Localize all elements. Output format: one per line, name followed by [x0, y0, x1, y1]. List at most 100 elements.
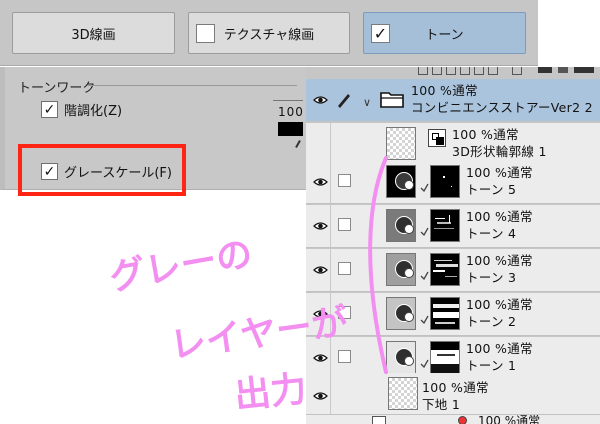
tone-label: トーン: [425, 27, 464, 43]
column-divider: [330, 161, 331, 203]
layer-text: 100 %通常 トーン 4: [466, 208, 533, 242]
layer-row[interactable]: 100 %通常: [306, 415, 600, 424]
texture-line-art-label: テクスチャ線画: [223, 27, 315, 43]
layer-mode: 100 %通常: [466, 297, 533, 312]
layer-text: 100 %通常 トーン 1: [466, 340, 533, 374]
layer-toolbar: [306, 67, 600, 79]
folder-layer-text: 100 %通常 コンビニエンスストアーVer2 2: [411, 82, 593, 116]
layer-row[interactable]: 100 %通常 トーン 5: [306, 161, 600, 204]
layer-thumbnail: [372, 416, 386, 424]
layer-thumbnail: [388, 377, 418, 410]
threshold-value[interactable]: 100: [278, 105, 304, 119]
layer-thumbnail: [386, 127, 416, 160]
layer-thumbnail: [386, 165, 416, 198]
panel-option-icon[interactable]: [558, 67, 568, 73]
pen-icon[interactable]: [335, 91, 353, 109]
layer-name: 下地 1: [422, 397, 461, 412]
gradation-checkbox[interactable]: ✓: [41, 101, 58, 118]
layer-thumbnail: [386, 297, 416, 330]
layer-mode: 100 %通常: [466, 341, 533, 356]
chevron-down-icon[interactable]: ∨: [363, 96, 371, 109]
mask-link-icon: [420, 221, 429, 237]
layer-mode: 100 %通常: [466, 209, 533, 224]
texture-line-art-checkbox[interactable]: [196, 24, 215, 43]
layer-text: 100 %通常 トーン 2: [466, 296, 533, 330]
layer-row[interactable]: 100 %通常 トーン 2: [306, 293, 600, 336]
layer-thumbnail: [386, 253, 416, 286]
tone-badge-icon: [404, 268, 414, 278]
column-divider: [330, 249, 331, 291]
layer-checkbox[interactable]: [338, 350, 351, 363]
eye-icon[interactable]: [313, 177, 328, 187]
eye-icon[interactable]: [313, 95, 328, 105]
annotation-text-line1: グレーの: [106, 233, 255, 298]
trash-icon[interactable]: [512, 67, 522, 75]
texture-line-art-button[interactable]: テクスチャ線画: [188, 12, 350, 54]
layer-name: トーン 3: [466, 270, 517, 285]
panel-menu-icon[interactable]: [538, 67, 552, 73]
line-art-3d-label: 3D線画: [71, 27, 116, 43]
output-mode-bar: 3D線画 テクスチャ線画 ✓ トーン: [0, 0, 538, 66]
eye-icon[interactable]: [313, 353, 328, 363]
new-layer-icon[interactable]: [418, 67, 428, 75]
layer-checkbox[interactable]: [338, 174, 351, 187]
tone-checkbox[interactable]: ✓: [371, 24, 390, 43]
line-art-3d-button[interactable]: 3D線画: [12, 12, 175, 54]
column-divider: [330, 123, 331, 165]
layer-mode: 100 %通常: [466, 165, 533, 180]
new-folder-icon[interactable]: [432, 67, 442, 75]
layer-row[interactable]: 100 %通常 トーン 4: [306, 205, 600, 248]
merge-icon[interactable]: [474, 67, 484, 75]
clip-icon[interactable]: [460, 67, 470, 75]
layer-text: 100 %通常 トーン 3: [466, 252, 533, 286]
layer-mask: [430, 297, 460, 330]
layer-mask: [430, 209, 460, 242]
3d-outline-icon: [428, 129, 446, 147]
mask-link-icon: [420, 177, 429, 193]
adjust-handle-icon[interactable]: [295, 140, 301, 148]
layer-text: 100 %通常 トーン 5: [466, 164, 533, 198]
layer-row[interactable]: 100 %通常 トーン 3: [306, 249, 600, 292]
panel-collapse-icon[interactable]: [574, 67, 594, 73]
tone-badge-icon: [404, 356, 414, 366]
tone-button[interactable]: ✓ トーン: [363, 12, 526, 54]
column-divider: [330, 373, 331, 414]
layer-panel: ∨ 100 %通常 コンビニエンスストアーVer2 2 100 %通常 3D形状…: [306, 67, 600, 424]
mask-link-icon: [420, 265, 429, 281]
layer-row[interactable]: 100 %通常 下地 1: [306, 373, 600, 415]
color-swatch[interactable]: [278, 122, 303, 136]
check-icon: ✓: [373, 23, 388, 43]
lock-icon[interactable]: [488, 67, 498, 75]
layer-thumbnail: [386, 209, 416, 242]
layer-checkbox[interactable]: [338, 218, 351, 231]
layer-name: トーン 5: [466, 182, 517, 197]
tone-badge-icon: [458, 416, 467, 424]
layer-folder-row[interactable]: ∨ 100 %通常 コンビニエンスストアーVer2 2: [306, 79, 600, 122]
layer-name: トーン 4: [466, 226, 517, 241]
layer-checkbox[interactable]: [338, 306, 351, 319]
layer-checkbox[interactable]: [338, 262, 351, 275]
tone-badge-icon: [404, 180, 414, 190]
eye-icon[interactable]: [313, 391, 328, 401]
eye-icon[interactable]: [313, 265, 328, 275]
add-mask-icon[interactable]: [446, 67, 456, 75]
check-icon: ✓: [43, 101, 56, 118]
layer-name: トーン 2: [466, 314, 517, 329]
layer-text: 100 %通常 3D形状輪郭線 1: [452, 126, 547, 160]
tone-work-title: トーンワーク: [18, 81, 96, 96]
column-divider: [330, 205, 331, 247]
mask-link-icon: [420, 309, 429, 325]
layer-mask: [430, 165, 460, 198]
layer-row[interactable]: 100 %通常 3D形状輪郭線 1: [306, 123, 600, 166]
layer-thumbnail: [386, 341, 416, 374]
layer-mode: 100 %通常: [466, 253, 533, 268]
tone-badge-icon: [404, 312, 414, 322]
eye-icon[interactable]: [313, 309, 328, 319]
section-divider: [87, 85, 297, 86]
layer-name: トーン 1: [466, 358, 517, 373]
gradation-label: 階調化(Z): [64, 104, 123, 119]
column-divider: [330, 293, 331, 335]
layer-text: 100 %通常 下地 1: [422, 379, 489, 413]
gradation-option[interactable]: ✓ 階調化(Z): [41, 100, 122, 119]
eye-icon[interactable]: [313, 221, 328, 231]
